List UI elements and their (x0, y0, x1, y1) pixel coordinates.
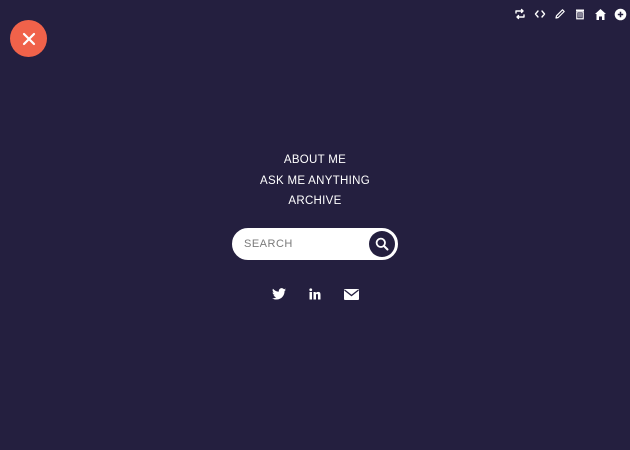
search-box (232, 228, 398, 260)
home-icon (594, 8, 606, 20)
edit-icon (555, 9, 565, 19)
delete-button[interactable] (570, 6, 590, 22)
linkedin-link[interactable] (307, 286, 323, 302)
edit-button[interactable] (550, 6, 570, 22)
home-button[interactable] (590, 6, 610, 22)
code-icon (534, 10, 546, 18)
reblog-icon (515, 8, 525, 20)
nav-archive[interactable]: ARCHIVE (0, 191, 630, 212)
reblog-button[interactable] (510, 6, 530, 22)
top-toolbar (510, 6, 630, 22)
search-button[interactable] (369, 231, 395, 257)
new-post-button[interactable] (610, 6, 630, 22)
close-button[interactable] (10, 20, 47, 57)
search-icon (375, 237, 389, 251)
new-post-icon (614, 8, 626, 20)
nav-ask-me-anything[interactable]: ASK ME ANYTHING (0, 171, 630, 192)
close-icon (22, 32, 35, 45)
email-icon (343, 288, 359, 300)
social-links (0, 286, 630, 302)
nav-about-me[interactable]: ABOUT ME (0, 150, 630, 171)
linkedin-icon (309, 288, 321, 300)
main-nav: ABOUT ME ASK ME ANYTHING ARCHIVE (0, 150, 630, 212)
delete-icon (576, 9, 584, 20)
twitter-icon (272, 288, 286, 300)
search-input[interactable] (234, 230, 369, 258)
twitter-link[interactable] (271, 286, 287, 302)
email-link[interactable] (343, 286, 359, 302)
embed-button[interactable] (530, 6, 550, 22)
